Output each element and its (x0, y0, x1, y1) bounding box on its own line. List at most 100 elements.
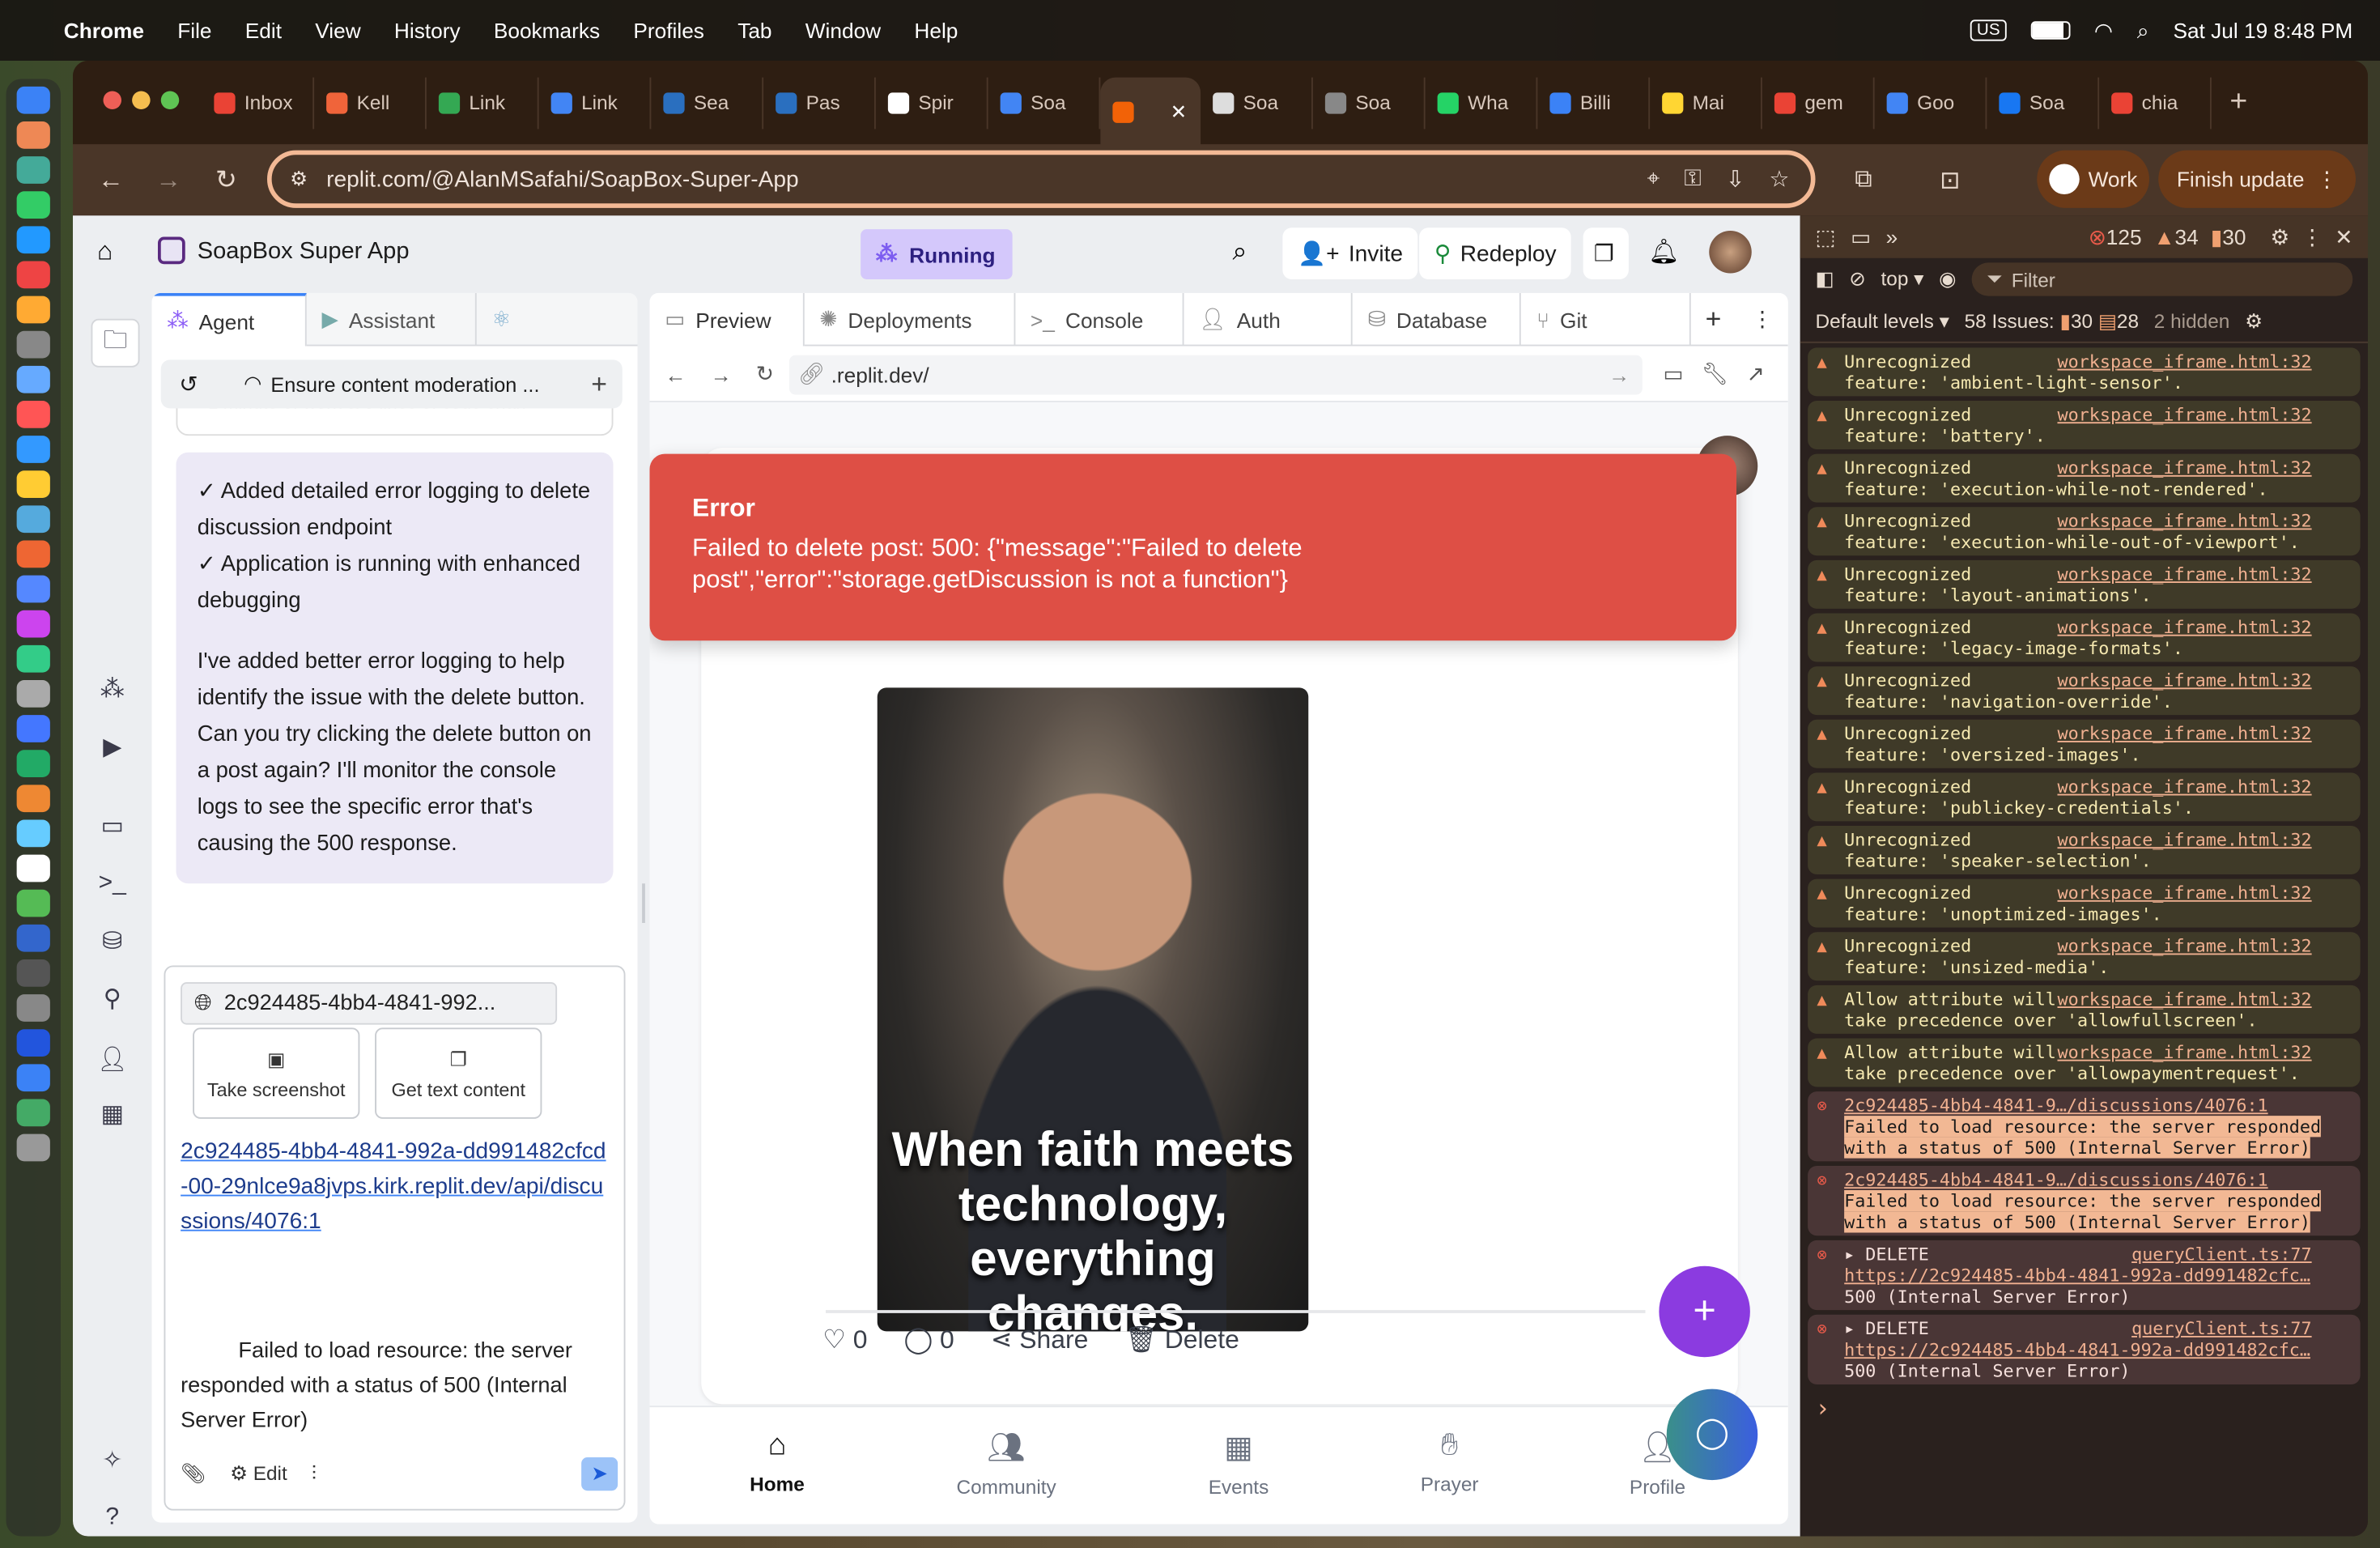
dock-app-icon[interactable] (16, 261, 50, 289)
dock-app-icon[interactable] (16, 644, 50, 673)
paperclip-icon[interactable]: 📎︎ (181, 1462, 206, 1486)
dock-app-icon[interactable] (16, 680, 50, 708)
error-count[interactable]: ⊗125 (2089, 224, 2142, 250)
run-status-button[interactable]: ⁂ Running (861, 229, 1013, 279)
tab-console[interactable]: >_ Console (1015, 292, 1184, 347)
console-warning[interactable]: ▲ workspace_iframe.html:32 Unrecognized fe… (1808, 719, 2361, 768)
source-link[interactable]: workspace_iframe.html:32 (2058, 829, 2312, 850)
files-icon[interactable]: 🗀︎ (91, 318, 140, 368)
tab-git[interactable]: ⑂ Git (1521, 292, 1690, 347)
browser-tab[interactable]: gem (1762, 76, 1875, 129)
nav-home[interactable]: ⌂ Home (701, 1428, 853, 1495)
dock-app-icon[interactable] (16, 470, 50, 498)
browser-tab[interactable]: Soa (988, 76, 1101, 129)
clear-console-icon[interactable]: ⊘ (1849, 267, 1865, 291)
dock-app-icon[interactable] (16, 401, 50, 428)
tab-auth[interactable]: 👤︎ Auth (1184, 292, 1354, 347)
dock-app-icon[interactable] (16, 156, 50, 184)
install-icon[interactable]: ⇩ (1726, 165, 1745, 193)
menu-item[interactable]: Window (805, 19, 881, 43)
console-warning[interactable]: ▲ workspace_iframe.html:32 Unrecognized fe… (1808, 613, 2361, 662)
preview-back-icon[interactable]: ← (665, 362, 686, 386)
source-link[interactable]: workspace_iframe.html:32 (2058, 989, 2312, 1010)
console-warning[interactable]: ▲ workspace_iframe.html:32 Unrecognized fe… (1808, 559, 2361, 609)
panel-resize-handle[interactable] (642, 883, 645, 923)
source-link[interactable]: workspace_iframe.html:32 (2058, 1041, 2312, 1062)
url-chip[interactable]: 🌐︎ 2c924485-4bb4-4841-992... (181, 982, 558, 1025)
source-link[interactable]: 2c924485-4bb4-4841-9…/discussions/4076:1 (1844, 1095, 2354, 1116)
source-link[interactable]: workspace_iframe.html:32 (2058, 351, 2312, 372)
close-tab-icon[interactable]: ✕ (1171, 100, 1187, 124)
context-select[interactable]: top ▾ (1881, 267, 1924, 291)
bell-icon[interactable]: 🔔︎ (1648, 237, 1679, 268)
home-icon[interactable]: ⌂ (97, 237, 113, 268)
tab-database[interactable]: ⛁ Database (1353, 292, 1522, 347)
window-toggle-button[interactable]: ❐ (1583, 228, 1629, 279)
browser-tab[interactable]: Inbox (202, 76, 315, 129)
forward-icon[interactable]: → (140, 164, 198, 195)
reload-icon[interactable]: ↻ (198, 164, 255, 195)
console-error[interactable]: ⊗ queryClient.ts:77 ▸ DELETE https://2c9244… (1808, 1314, 2361, 1384)
console-settings-icon[interactable]: ⚙ (2245, 309, 2263, 334)
invite-button[interactable]: 👤+ Invite (1282, 228, 1418, 279)
location-icon[interactable]: ⌖ (1647, 165, 1660, 193)
console-warning[interactable]: ▲ workspace_iframe.html:32 Unrecognized fe… (1808, 932, 2361, 981)
browser-tab[interactable]: Soa (1987, 76, 2100, 129)
comment-button[interactable]: ◯ 0 (903, 1325, 954, 1356)
console-warning[interactable]: ▲ workspace_iframe.html:32 Unrecognized fe… (1808, 666, 2361, 716)
browser-tab[interactable]: Goo (1875, 76, 1987, 129)
assistant-icon[interactable]: ▶ (91, 725, 134, 768)
filter-input[interactable]: ⏷ Filter (1971, 262, 2353, 296)
source-link[interactable]: workspace_iframe.html:32 (2058, 882, 2312, 903)
address-bar[interactable]: ⚙ replit.com/@AlanMSafahi/SoapBox-Super-… (267, 150, 1816, 208)
sidebar-toggle-icon[interactable]: ◧ (1816, 267, 1834, 291)
dock-app-icon[interactable] (16, 330, 50, 359)
browser-tab[interactable]: Spir (876, 76, 988, 129)
post-image[interactable]: When faith meets technology, everything … (877, 687, 1309, 1332)
console-warning[interactable]: ▲ workspace_iframe.html:32 Unrecognized fe… (1808, 826, 2361, 874)
console-warning[interactable]: ▲ workspace_iframe.html:32 Unrecognized fe… (1808, 453, 2361, 503)
bookmark-star-icon[interactable]: ☆ (1769, 165, 1789, 193)
nav-community[interactable]: 👥︎ Community (930, 1428, 1082, 1499)
dock-app-icon[interactable] (16, 86, 50, 114)
history-icon[interactable]: ↺ (179, 371, 198, 398)
close-devtools-icon[interactable]: ✕ (2335, 224, 2352, 250)
browser-tab[interactable]: Link (427, 76, 539, 129)
console-error[interactable]: ⊗ queryClient.ts:77 ▸ DELETE https://2c9244… (1808, 1240, 2361, 1311)
auth-icon[interactable]: 👤︎ (91, 1039, 134, 1082)
new-thread-icon[interactable]: + (591, 368, 607, 400)
wifi-icon[interactable]: ◠ (2094, 18, 2113, 44)
console-warning[interactable]: ▲ workspace_iframe.html:32 Unrecognized fe… (1808, 772, 2361, 822)
devtools-icon[interactable]: 🔧︎ (1702, 361, 1728, 387)
go-icon[interactable]: → (1609, 362, 1630, 386)
dock-app-icon[interactable] (16, 959, 50, 987)
agent-icon[interactable]: ⁂ (91, 668, 134, 711)
menu-app-name[interactable]: Chrome (64, 19, 144, 43)
dock-app-icon[interactable] (16, 505, 50, 534)
source-link[interactable]: workspace_iframe.html:32 (2058, 616, 2312, 637)
dock-app-icon[interactable] (16, 191, 50, 219)
issues-button[interactable]: 58 Issues: ▮30 ▤28 (1965, 309, 2139, 334)
create-post-fab[interactable]: + (1659, 1265, 1750, 1358)
browser-tab[interactable]: Kell (314, 76, 427, 129)
dock-app-icon[interactable] (16, 296, 50, 324)
search-icon[interactable]: ⌕ (1233, 237, 1247, 268)
dock-app-icon[interactable] (16, 226, 50, 254)
redeploy-button[interactable]: ⚲ Redeploy (1419, 228, 1572, 279)
help-icon[interactable]: ? (91, 1497, 134, 1537)
console-warning[interactable]: ▲ workspace_iframe.html:32 Allow attribute… (1808, 985, 2361, 1034)
edit-button[interactable]: ⚙ Edit (230, 1462, 287, 1486)
delete-button[interactable]: 🗑︎ Delete (1124, 1325, 1239, 1356)
preview-forward-icon[interactable]: → (711, 362, 732, 386)
menu-item[interactable]: Edit (245, 19, 282, 43)
console-error[interactable]: ⊗ 2c924485-4bb4-4841-9…/discussions/4076:… (1808, 1091, 2361, 1162)
key-icon[interactable]: ⚿ (1684, 165, 1701, 193)
tab-active[interactable]: ✕ (1100, 76, 1201, 147)
source-link[interactable]: workspace_iframe.html:32 (2058, 563, 2312, 585)
more-options-icon[interactable]: ⋮ (1736, 293, 1788, 347)
maximize-window-button[interactable] (160, 90, 180, 109)
menu-item[interactable]: File (177, 19, 211, 43)
user-avatar[interactable] (1709, 231, 1752, 274)
like-button[interactable]: ♡ 0 (822, 1325, 867, 1356)
deploy-icon[interactable]: ⚲ (91, 978, 134, 1021)
